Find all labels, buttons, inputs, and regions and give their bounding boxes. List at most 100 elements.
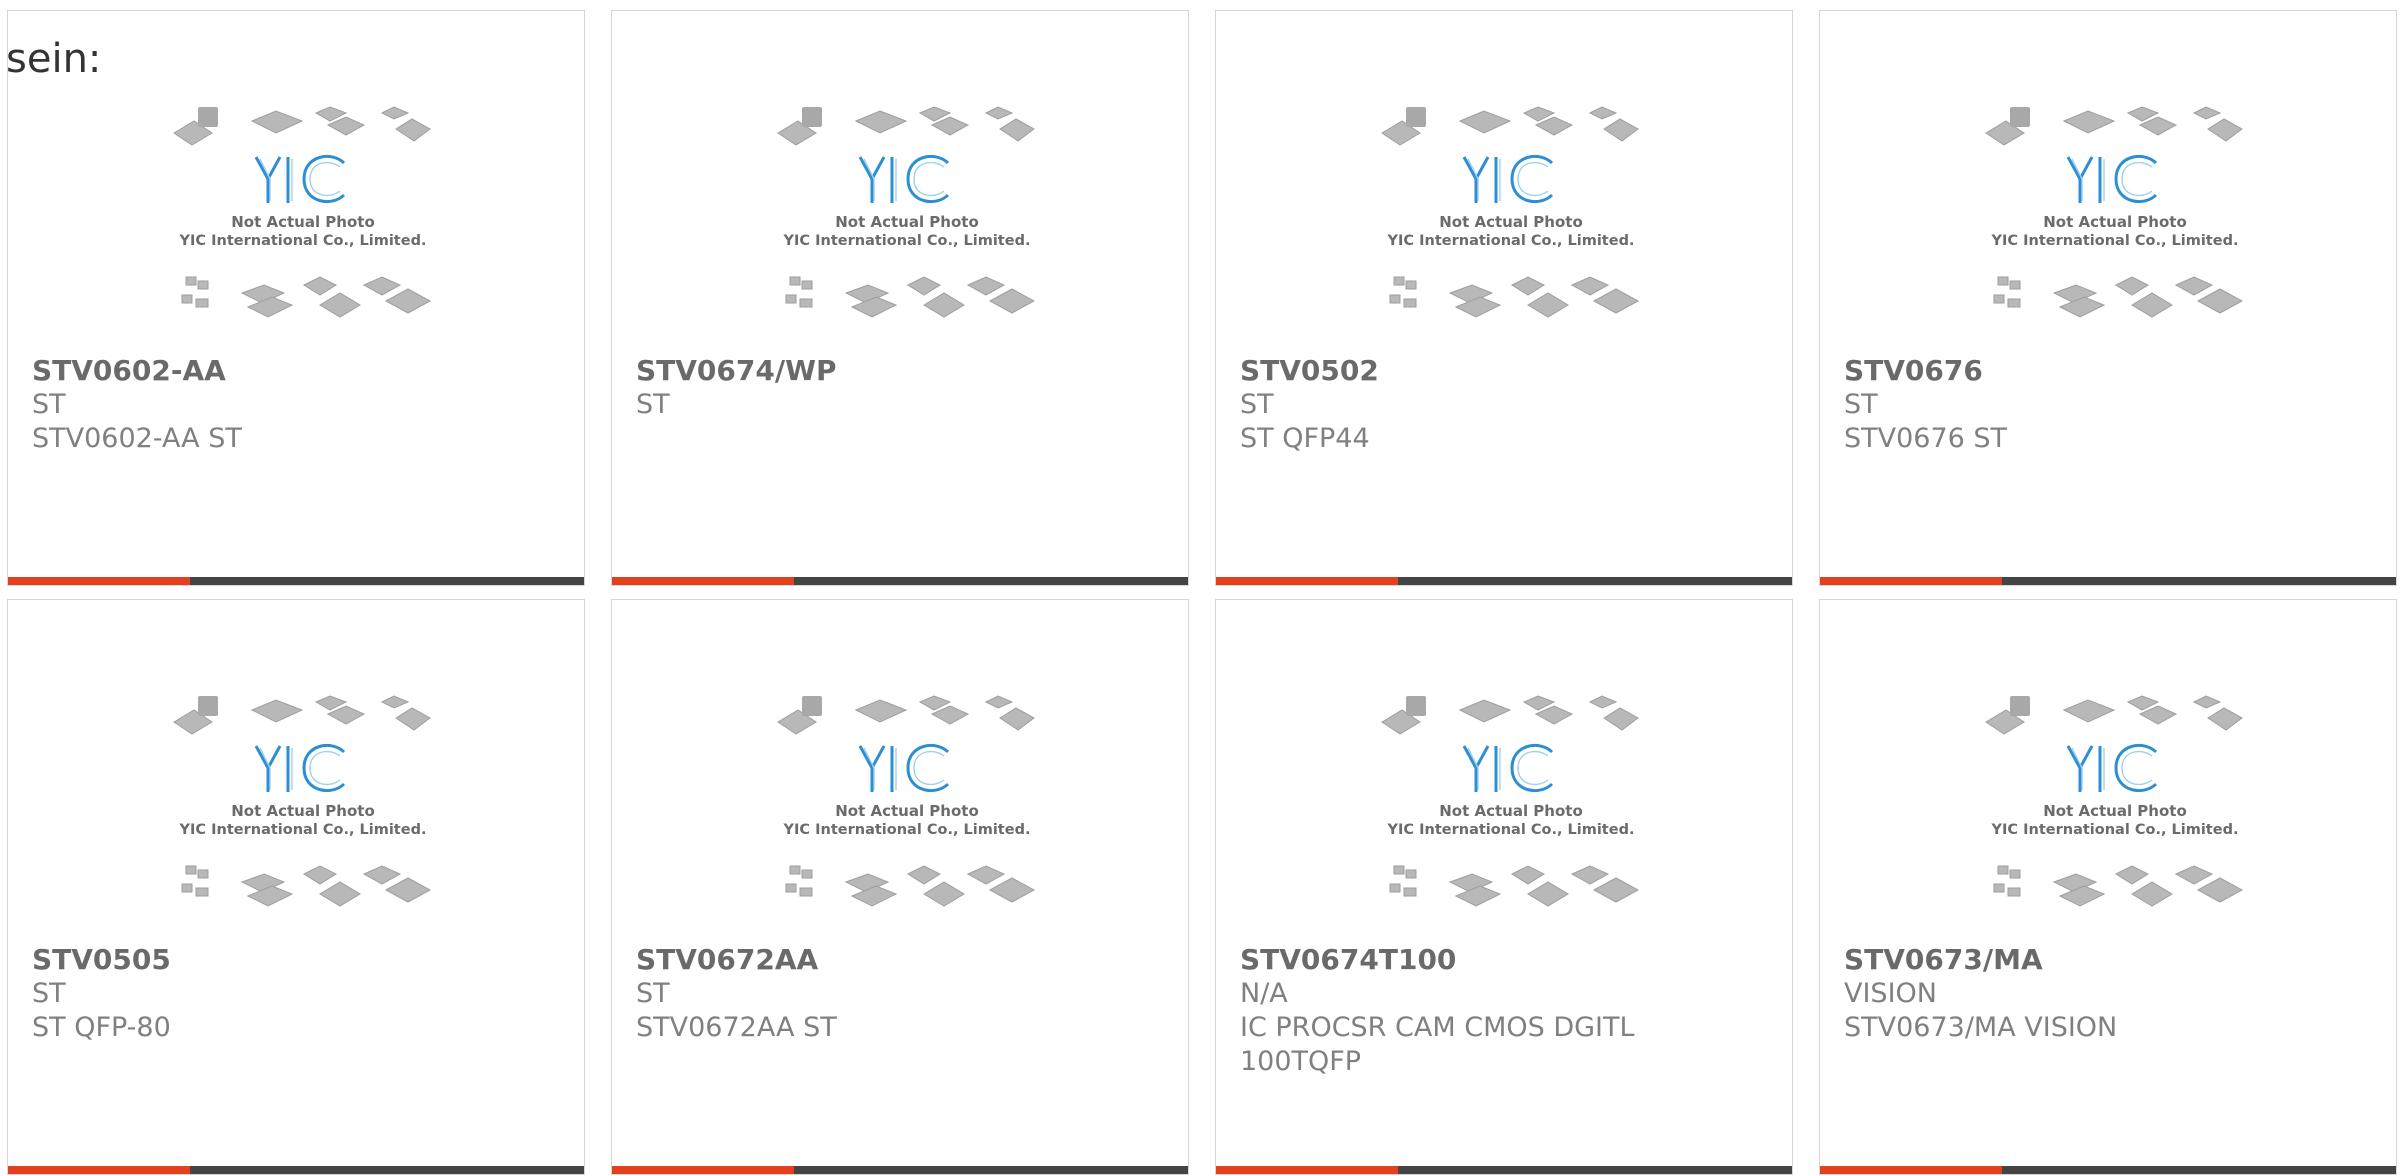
card-bottom-bar: [1216, 577, 1792, 585]
product-info: STV0676 ST STV0676 ST: [1844, 354, 2372, 456]
card-accent-bar: [612, 1166, 794, 1174]
product-thumbnail: Not Actual Photo YIC International Co., …: [777, 695, 1036, 907]
product-thumbnail: Not Actual Photo YIC International Co., …: [1985, 695, 2244, 907]
manufacturer: ST: [32, 389, 66, 420]
not-actual-photo-text: Not Actual Photo: [835, 802, 979, 820]
product-info: STV0502 ST ST QFP44: [1240, 354, 1768, 456]
company-text: YIC International Co., Limited.: [1991, 822, 2239, 838]
part-number[interactable]: STV0674T100: [1240, 943, 1768, 977]
chip-icon: [1993, 276, 2244, 318]
company-text: YIC International Co., Limited.: [783, 822, 1031, 838]
chip-icon: [1381, 106, 1639, 146]
card-accent-bar: [612, 577, 794, 585]
description: IC PROCSR CAM CMOS DGITL: [1240, 1012, 1635, 1043]
part-number[interactable]: STV0505: [32, 943, 560, 977]
card-bottom-bar: [1820, 1166, 2396, 1174]
chip-icon: [785, 865, 1036, 907]
card-accent-bar: [8, 1166, 190, 1174]
card-bottom-bar: [8, 577, 584, 585]
product-card-1[interactable]: Not Actual Photo YIC International Co., …: [7, 10, 585, 586]
product-thumbnail: Not Actual Photo YIC International Co., …: [1381, 106, 1640, 318]
product-card-2[interactable]: Not Actual Photo YIC International Co., …: [611, 10, 1189, 586]
manufacturer: VISION: [1844, 978, 1937, 1009]
company-text: YIC International Co., Limited.: [783, 233, 1031, 249]
chip-icon: [1389, 865, 1640, 907]
part-number[interactable]: STV0602-AA: [32, 354, 560, 388]
product-card-3[interactable]: Not Actual Photo YIC International Co., …: [1215, 10, 1793, 586]
manufacturer: ST: [636, 978, 670, 1009]
product-info: STV0505 ST ST QFP-80: [32, 943, 560, 1045]
part-number[interactable]: STV0673/MA: [1844, 943, 2372, 977]
part-number[interactable]: STV0502: [1240, 354, 1768, 388]
description: STV0673/MA VISION: [1844, 1012, 2118, 1043]
part-number[interactable]: STV0674/WP: [636, 354, 1164, 388]
manufacturer: ST: [636, 389, 670, 420]
chip-icon: [1985, 695, 2243, 735]
manufacturer: ST: [32, 978, 66, 1009]
chip-icon: [777, 106, 1035, 146]
description: ST QFP-80: [32, 1012, 171, 1043]
yic-logo-icon: [2066, 154, 2158, 204]
product-card-7[interactable]: Not Actual Photo YIC International Co., …: [1215, 599, 1793, 1175]
yic-logo-icon: [1462, 154, 1554, 204]
manufacturer: N/A: [1240, 978, 1288, 1009]
description: STV0602-AA ST: [32, 423, 242, 454]
card-accent-bar: [1216, 1166, 1398, 1174]
card-bottom-bar: [1216, 1166, 1792, 1174]
description: STV0672AA ST: [636, 1012, 837, 1043]
manufacturer: ST: [1844, 389, 1878, 420]
product-thumbnail: Not Actual Photo YIC International Co., …: [777, 106, 1036, 318]
company-text: YIC International Co., Limited.: [1991, 233, 2239, 249]
company-text: YIC International Co., Limited.: [1387, 233, 1635, 249]
description: ST QFP44: [1240, 423, 1370, 454]
yic-logo-icon: [254, 743, 346, 793]
chip-icon: [181, 276, 432, 318]
company-text: YIC International Co., Limited.: [1387, 822, 1635, 838]
product-card-6[interactable]: Not Actual Photo YIC International Co., …: [611, 599, 1189, 1175]
product-card-4[interactable]: Not Actual Photo YIC International Co., …: [1819, 10, 2397, 586]
product-thumbnail: Not Actual Photo YIC International Co., …: [173, 695, 432, 907]
manufacturer: ST: [1240, 389, 1274, 420]
product-thumbnail: Not Actual Photo YIC International Co., …: [173, 106, 432, 318]
not-actual-photo-text: Not Actual Photo: [2043, 802, 2187, 820]
product-info: STV0674T100 N/A IC PROCSR CAM CMOS DGITL…: [1240, 943, 1768, 1079]
company-text: YIC International Co., Limited.: [179, 822, 427, 838]
description-continued: 100TQFP: [1240, 1046, 1362, 1077]
yic-logo-icon: [858, 743, 950, 793]
yic-logo-icon: [858, 154, 950, 204]
product-info: STV0672AA ST STV0672AA ST: [636, 943, 1164, 1045]
yic-logo-icon: [2066, 743, 2158, 793]
chip-icon: [181, 865, 432, 907]
chip-icon: [1985, 106, 2243, 146]
yic-logo-icon: [254, 154, 346, 204]
card-bottom-bar: [1820, 577, 2396, 585]
product-card-8[interactable]: Not Actual Photo YIC International Co., …: [1819, 599, 2397, 1175]
not-actual-photo-text: Not Actual Photo: [1439, 213, 1583, 231]
not-actual-photo-text: Not Actual Photo: [2043, 213, 2187, 231]
not-actual-photo-text: Not Actual Photo: [835, 213, 979, 231]
card-bottom-bar: [8, 1166, 584, 1174]
product-info: STV0602-AA ST STV0602-AA ST: [32, 354, 560, 456]
product-thumbnail: Not Actual Photo YIC International Co., …: [1381, 695, 1640, 907]
chip-icon: [1381, 695, 1639, 735]
card-accent-bar: [1820, 577, 2002, 585]
part-number[interactable]: STV0676: [1844, 354, 2372, 388]
description: STV0676 ST: [1844, 423, 2008, 454]
chip-icon: [777, 695, 1035, 735]
not-actual-photo-text: Not Actual Photo: [231, 802, 375, 820]
not-actual-photo-text: Not Actual Photo: [1439, 802, 1583, 820]
product-info: STV0674/WP ST: [636, 354, 1164, 422]
chip-icon: [173, 695, 431, 735]
part-number[interactable]: STV0672AA: [636, 943, 1164, 977]
card-bottom-bar: [612, 577, 1188, 585]
card-accent-bar: [8, 577, 190, 585]
chip-icon: [1389, 276, 1640, 318]
product-thumbnail: Not Actual Photo YIC International Co., …: [1985, 106, 2244, 318]
product-card-5[interactable]: Not Actual Photo YIC International Co., …: [7, 599, 585, 1175]
card-bottom-bar: [612, 1166, 1188, 1174]
chip-icon: [173, 106, 431, 146]
card-accent-bar: [1820, 1166, 2002, 1174]
card-accent-bar: [1216, 577, 1398, 585]
chip-icon: [785, 276, 1036, 318]
yic-logo-icon: [1462, 743, 1554, 793]
